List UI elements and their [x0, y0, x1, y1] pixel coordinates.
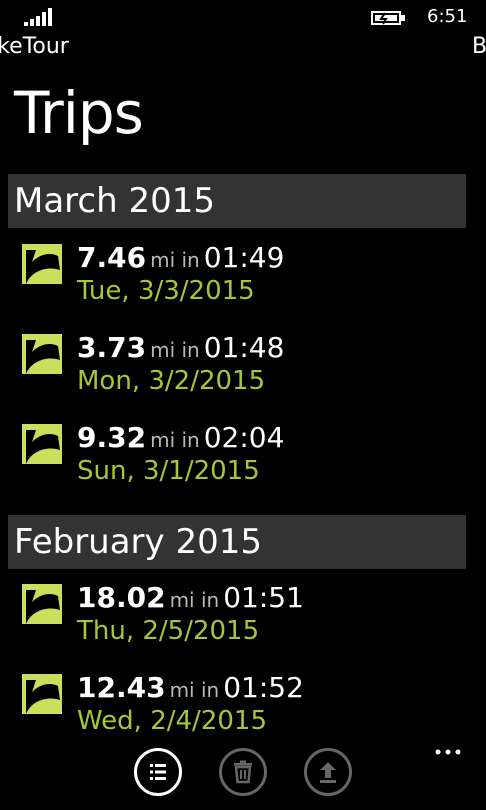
trip-unit: mi in: [169, 588, 220, 612]
trip-list-item[interactable]: 9.32 mi in 02:04 Sun, 3/1/2015: [0, 418, 486, 502]
trip-date: Mon, 3/2/2015: [77, 366, 266, 396]
group-header-label: February 2015: [14, 522, 262, 562]
upload-button[interactable]: [304, 748, 352, 796]
trip-duration: 02:04: [203, 421, 285, 454]
trip-distance: 9.32: [77, 421, 147, 454]
delete-button[interactable]: [219, 748, 267, 796]
trip-icon: [22, 424, 62, 464]
page-title: Trips: [14, 79, 144, 147]
clock-time: 6:51: [427, 6, 468, 27]
pivot-header: BikeTour B: [0, 34, 486, 62]
trip-date: Wed, 2/4/2015: [77, 706, 267, 736]
trip-duration: 01:52: [223, 671, 304, 704]
pivot-item-next[interactable]: B: [472, 34, 486, 59]
status-bar: 6:51: [0, 0, 486, 36]
trip-icon: [22, 674, 62, 714]
upload-icon: [320, 762, 336, 783]
trip-icon: [22, 244, 62, 284]
trip-distance: 12.43: [77, 671, 166, 704]
group-header-february: February 2015: [8, 515, 466, 569]
more-ellipsis-icon[interactable]: [434, 742, 464, 762]
trip-unit: mi in: [150, 248, 200, 272]
list-view-button[interactable]: [134, 748, 182, 796]
trip-list-item[interactable]: 7.46 mi in 01:49 Tue, 3/3/2015: [0, 238, 486, 322]
trip-duration: 01:48: [203, 331, 285, 364]
delete-icon: [234, 760, 252, 784]
trip-list-item[interactable]: 18.02 mi in 01:51 Thu, 2/5/2015: [0, 578, 486, 662]
trip-date: Thu, 2/5/2015: [77, 616, 260, 646]
trip-unit: mi in: [169, 678, 220, 702]
battery-charging-icon: [371, 11, 405, 25]
trip-date: Sun, 3/1/2015: [77, 456, 260, 486]
trip-distance: 18.02: [77, 581, 166, 614]
trip-unit: mi in: [150, 428, 200, 452]
trip-distance: 7.46: [77, 241, 147, 274]
trip-duration: 01:49: [203, 241, 285, 274]
signal-strength-icon: [24, 8, 52, 26]
trip-list-item[interactable]: 3.73 mi in 01:48 Mon, 3/2/2015: [0, 328, 486, 412]
list-icon: [150, 764, 166, 780]
trip-date: Tue, 3/3/2015: [77, 276, 255, 306]
pivot-item-current[interactable]: BikeTour: [0, 34, 69, 59]
trip-icon: [22, 334, 62, 374]
app-bar: [0, 740, 486, 810]
trip-duration: 01:51: [223, 581, 304, 614]
group-header-label: March 2015: [14, 181, 215, 221]
trip-unit: mi in: [150, 338, 200, 362]
trip-icon: [22, 584, 62, 624]
trip-distance: 3.73: [77, 331, 147, 364]
group-header-march: March 2015: [8, 174, 466, 228]
